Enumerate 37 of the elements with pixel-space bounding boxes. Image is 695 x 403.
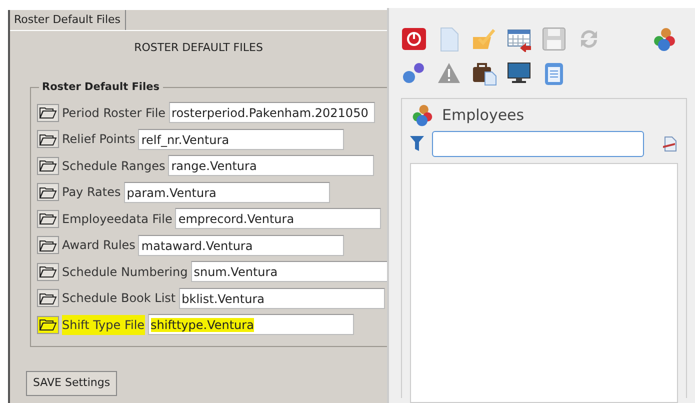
- field-label: Period Roster File: [62, 104, 166, 122]
- input-field[interactable]: snum.Ventura: [190, 261, 387, 282]
- input-field[interactable]: range.Ventura: [168, 155, 374, 176]
- field-label: Relief Points: [62, 131, 136, 148]
- input-field[interactable]: param.Ventura: [124, 182, 330, 203]
- field-label: Shift Type File: [62, 314, 145, 335]
- input-field[interactable]: rosterperiod.Pakenham.2021050: [168, 102, 375, 124]
- field-label: Award Rules: [62, 237, 136, 254]
- folder-button[interactable]: [37, 130, 59, 148]
- save-button[interactable]: SAVE Settings: [26, 371, 118, 396]
- filter-icon[interactable]: [410, 136, 424, 152]
- briefcase-icon[interactable]: [471, 60, 497, 86]
- input-field[interactable]: shifttype.Ventura: [148, 314, 354, 336]
- field-label: Employeedata File: [62, 210, 172, 228]
- input-field[interactable]: mataward.Ventura: [138, 234, 344, 256]
- folder-button[interactable]: [37, 210, 59, 228]
- folder-button[interactable]: [37, 104, 59, 122]
- folder-button[interactable]: [37, 316, 59, 334]
- folder-button[interactable]: [37, 289, 59, 308]
- document-icon[interactable]: [662, 136, 678, 152]
- folder-button[interactable]: [37, 236, 59, 254]
- monitor-icon[interactable]: [506, 60, 532, 86]
- folder-button[interactable]: [37, 183, 59, 202]
- form-heading: ROSTER DEFAULT FILES: [133, 40, 264, 56]
- search-field[interactable]: [432, 131, 644, 157]
- field-label: Schedule Book List: [62, 290, 176, 308]
- panel-title: Employees: [442, 104, 524, 126]
- input-field[interactable]: bklist.Ventura: [178, 288, 385, 309]
- folder-button[interactable]: [37, 156, 59, 175]
- field-label: Pay Rates: [62, 184, 121, 202]
- folder-check-icon[interactable]: [471, 26, 497, 52]
- input-field[interactable]: relf_nr.Ventura: [138, 128, 344, 150]
- input-field[interactable]: emprecord.Ventura: [175, 208, 382, 230]
- power-icon[interactable]: [401, 26, 427, 52]
- folder-button[interactable]: [37, 262, 59, 281]
- field-label: Schedule Ranges: [62, 158, 166, 175]
- field-label: Schedule Numbering: [62, 264, 188, 281]
